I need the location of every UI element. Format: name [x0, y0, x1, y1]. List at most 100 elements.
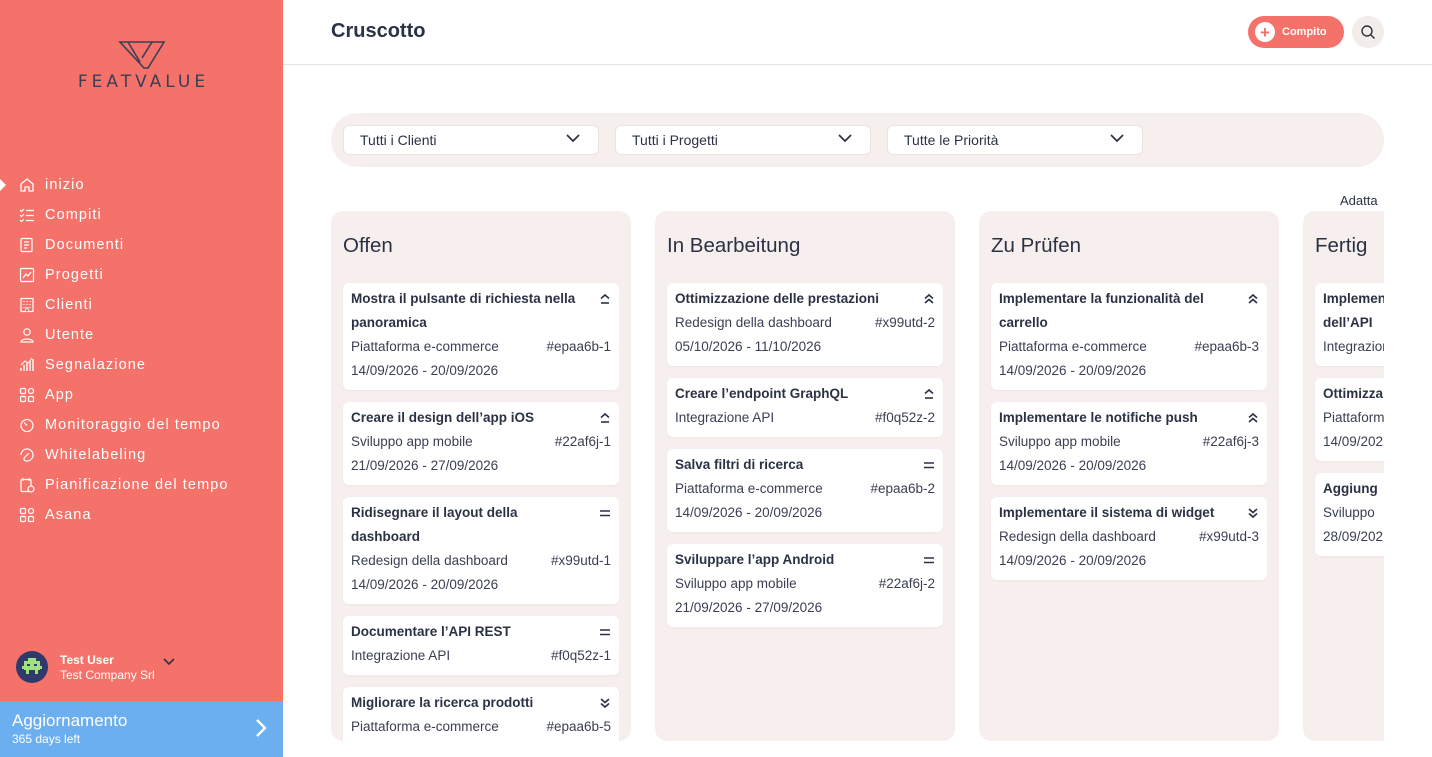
chevron-down-icon: [1110, 134, 1124, 143]
chevron-right-icon: [256, 719, 267, 737]
document-icon: [18, 236, 36, 254]
task-dates: 28/09/202: [1323, 529, 1384, 544]
sidebar-item-monitoraggio-del-tempo[interactable]: Monitoraggio del tempo: [0, 410, 283, 440]
task-card[interactable]: Ridisegnare il layout della dashboard Re…: [343, 497, 619, 604]
task-card[interactable]: Sviluppare l’app Android Sviluppo app mo…: [667, 544, 943, 627]
task-card[interactable]: Mostra il pulsante di richiesta nella pa…: [343, 283, 619, 390]
task-card[interactable]: Migliorare la ricerca prodotti Piattafor…: [343, 687, 619, 741]
column-title: Fertig: [1315, 234, 1368, 257]
task-card[interactable]: Creare il design dell’app iOS Sviluppo a…: [343, 402, 619, 485]
task-project: Piattaforma e-commerce: [999, 339, 1147, 354]
add-task-label: Compito: [1282, 26, 1327, 38]
task-dates: 21/09/2026 - 27/09/2026: [351, 458, 499, 473]
user-company: Test Company Srl: [60, 667, 155, 682]
sidebar-item-pianificazione-del-tempo[interactable]: Pianificazione del tempo: [0, 470, 283, 500]
task-title: Salva filtri di ricerca: [675, 457, 804, 472]
task-card[interactable]: Documentare l’API REST Integrazione API #…: [343, 616, 619, 675]
priority-lowest-icon: [1248, 508, 1258, 519]
sidebar-item-label: Compiti: [45, 207, 102, 223]
task-card[interactable]: Salva filtri di ricerca Piattaforma e-co…: [667, 449, 943, 532]
task-id: #22af6j-1: [554, 434, 611, 449]
priority-medium-icon: [600, 629, 610, 636]
client-filter-select[interactable]: Tutti i Clienti: [343, 125, 599, 155]
task-dates: 14/09/202: [1323, 434, 1384, 449]
sidebar-item-label: Pianificazione del tempo: [45, 477, 229, 493]
task-title: Mostra il pulsante di richiesta nella pa…: [351, 291, 576, 330]
client-filter-value: Tutti i Clienti: [360, 132, 437, 148]
chevron-down-icon[interactable]: [163, 658, 175, 666]
task-id: #x99utd-1: [550, 553, 611, 568]
task-card[interactable]: Ottimizza Piattaforma 14/09/202: [1315, 378, 1384, 461]
apps-icon: [18, 506, 36, 524]
task-dates: 14/09/2026 - 20/09/2026: [999, 363, 1147, 378]
report-icon: [18, 356, 36, 374]
sidebar-item-asana[interactable]: Asana: [0, 500, 283, 530]
sidebar-nav: inizio Compiti Documenti Progetti Client…: [0, 170, 283, 530]
sidebar-item-label: Asana: [45, 507, 92, 523]
task-id: #22af6j-3: [1202, 434, 1259, 449]
add-task-button[interactable]: + Compito: [1248, 16, 1344, 48]
sidebar-item-label: Documenti: [45, 237, 125, 253]
task-dates: 21/09/2026 - 27/09/2026: [675, 600, 823, 615]
adapt-view-link[interactable]: Adatta: [1340, 193, 1378, 208]
priority-filter-select[interactable]: Tutte le Priorità: [887, 125, 1143, 155]
task-project: Integrazione API: [675, 410, 775, 425]
task-card[interactable]: Implementare la funzionalità del carrell…: [991, 283, 1267, 390]
chevron-down-icon: [838, 134, 852, 143]
column-offen: Offen Mostra il pulsante di richiesta ne…: [331, 211, 631, 741]
task-card[interactable]: Aggiung Sviluppo 28/09/202: [1315, 473, 1384, 556]
plus-icon: +: [1255, 22, 1275, 42]
sidebar-item-documenti[interactable]: Documenti: [0, 230, 283, 260]
column-zu-pruefen: Zu Prüfen Implementare la funzionalità d…: [979, 211, 1279, 741]
task-title: Implementare il sistema di widget: [999, 505, 1215, 520]
sidebar-item-utente[interactable]: Utente: [0, 320, 283, 350]
building-icon: [18, 296, 36, 314]
task-id: #22af6j-2: [878, 576, 935, 591]
task-id: #x99utd-3: [1198, 529, 1259, 544]
task-card[interactable]: Implementare dell’API Integrazione API: [1315, 283, 1384, 366]
task-project: Redesign della dashboard: [999, 529, 1156, 544]
upgrade-banner[interactable]: Aggiornamento 365 days left: [0, 701, 283, 757]
checklist-icon: [18, 206, 36, 224]
task-project: Redesign della dashboard: [351, 553, 508, 568]
sidebar-item-progetti[interactable]: Progetti: [0, 260, 283, 290]
task-title: Creare l’endpoint GraphQL: [675, 386, 849, 401]
task-card[interactable]: Implementare le notifiche push Sviluppo …: [991, 402, 1267, 485]
priority-highest-icon: [1248, 293, 1258, 304]
task-title: Aggiung: [1323, 481, 1378, 496]
header: Cruscotto + Compito: [283, 0, 1432, 65]
task-id: #epaa6b-3: [1194, 339, 1259, 354]
column-title: Offen: [343, 234, 393, 257]
project-filter-select[interactable]: Tutti i Progetti: [615, 125, 871, 155]
task-id: #f0q52z-2: [874, 410, 935, 425]
calendar-clock-icon: [18, 476, 36, 494]
priority-high-icon: [600, 412, 610, 423]
task-card[interactable]: Ottimizzazione delle prestazioni Redesig…: [667, 283, 943, 366]
task-project: Piattaforma: [1323, 410, 1384, 425]
task-project: Redesign della dashboard: [675, 315, 832, 330]
project-filter-value: Tutti i Progetti: [632, 132, 718, 148]
avatar: [16, 651, 48, 683]
priority-filter-value: Tutte le Priorità: [904, 132, 999, 148]
task-project: Sviluppo app mobile: [675, 576, 797, 591]
logo[interactable]: FEATVALUE: [0, 40, 283, 92]
chart-icon: [18, 266, 36, 284]
user-menu[interactable]: Test User Test Company Srl: [16, 651, 175, 683]
kanban-board: Offen Mostra il pulsante di richiesta ne…: [331, 211, 1384, 757]
sidebar-item-inizio[interactable]: inizio: [0, 170, 283, 200]
logo-text: FEATVALUE: [77, 72, 210, 92]
task-title: Implementare la funzionalità del carrell…: [999, 291, 1204, 330]
sidebar-item-segnalazione[interactable]: Segnalazione: [0, 350, 283, 380]
task-project: Piattaforma e-commerce: [351, 719, 499, 734]
sidebar-item-compiti[interactable]: Compiti: [0, 200, 283, 230]
task-card[interactable]: Implementare il sistema di widget Redesi…: [991, 497, 1267, 580]
sidebar-item-whitelabeling[interactable]: Whitelabeling: [0, 440, 283, 470]
sidebar-item-label: Clienti: [45, 297, 93, 313]
sidebar-item-app[interactable]: App: [0, 380, 283, 410]
search-button[interactable]: [1352, 16, 1384, 48]
task-card[interactable]: Creare l’endpoint GraphQL Integrazione A…: [667, 378, 943, 437]
sidebar-item-label: Whitelabeling: [45, 447, 147, 463]
sidebar-item-clienti[interactable]: Clienti: [0, 290, 283, 320]
user-name: Test User: [60, 652, 114, 667]
sidebar-item-label: inizio: [45, 177, 85, 193]
